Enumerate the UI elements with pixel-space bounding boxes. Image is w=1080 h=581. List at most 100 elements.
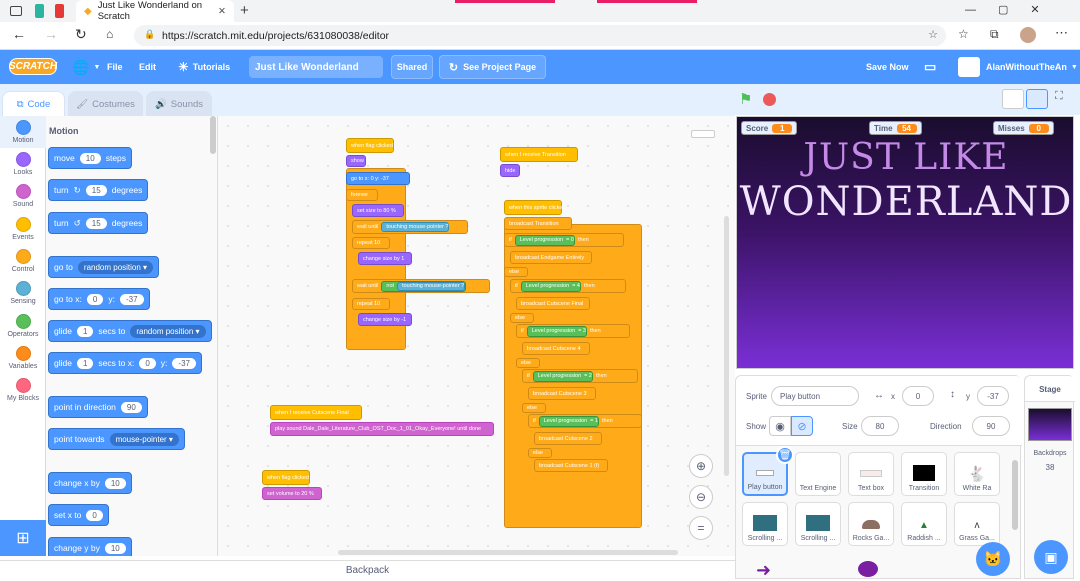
move-steps-block[interactable]: move 10 steps [48,147,133,169]
script-block[interactable]: wait until touching mouse-pointer ? [352,220,468,234]
backpack[interactable]: Backpack [0,560,735,579]
block-input[interactable]: -37 [172,357,196,369]
workspace-h-scrollbar[interactable] [338,550,678,555]
y-input[interactable]: -37 [977,386,1009,406]
stop-icon[interactable] [763,93,776,106]
script-block[interactable]: broadcast Cutscene 4 [522,342,590,355]
block-input[interactable]: 15 [85,217,107,229]
tab-sounds[interactable]: 🔊 Sounds [146,91,212,116]
script-block[interactable]: broadcast Cutscene 2 [534,432,602,445]
delete-sprite-icon[interactable]: 🗑 [776,446,794,464]
sprite-thumb[interactable]: Scrolling ... [742,502,788,546]
category-control[interactable]: Control [0,249,46,273]
script-block[interactable]: play sound Dale_Dale_Literature_Club_OST… [270,422,494,436]
account-menu[interactable]: AlanWithoutTheAn ▼ [986,50,1078,84]
block-dropdown[interactable]: random position ▾ [130,324,206,338]
sprite-thumb[interactable]: 🐇 White Ra [954,452,1000,496]
save-now-button[interactable]: Save Now [866,50,909,84]
block-input[interactable]: 10 [104,542,126,554]
tab-costumes[interactable]: 🖌 Costumes [68,91,143,116]
script-block[interactable]: when flag clicked [262,470,310,485]
more-icon[interactable]: ⋯ [1055,25,1068,41]
script-block[interactable]: repeat 10 [352,237,390,249]
arrow-sprite-icon[interactable]: ➜ [756,560,771,581]
tracking-prevention-icon[interactable]: ☆ [928,28,938,41]
block-input[interactable]: 10 [79,152,101,164]
script-block[interactable]: when I receive Transition [500,147,578,162]
script-block[interactable]: forever [346,189,378,201]
set-x-block[interactable]: set x to 0 [48,504,109,526]
zoom-reset-button[interactable]: = [689,516,713,540]
profile-avatar[interactable] [1020,27,1036,43]
go-to-xy-block[interactable]: go to x: 0 y: -37 [48,288,150,310]
project-title-input[interactable]: Just Like Wonderland [249,56,383,78]
collections-icon[interactable]: ⧉ [990,27,999,42]
if-block[interactable]: if Level progression = 0 then [504,233,624,247]
window-icon[interactable] [10,6,22,16]
block-input[interactable]: 15 [85,184,107,196]
category-sound[interactable]: Sound [0,184,46,208]
equals-block[interactable]: Level progression = 3 [526,325,587,337]
block-input[interactable]: 90 [120,401,142,413]
user-avatar[interactable] [958,57,980,77]
favorites-icon[interactable]: ☆ [958,27,969,41]
add-extension-button[interactable]: ⊞ [0,520,46,556]
new-tab-icon[interactable]: + [240,2,249,19]
palette-scrollbar[interactable] [210,116,216,154]
block-input[interactable]: 0 [86,293,104,305]
forward-icon[interactable]: → [44,26,58,42]
sprite-thumb[interactable]: Scrolling ... [795,502,841,546]
if-block[interactable]: if Level progression = 3 then [516,324,630,338]
sprite-thumb[interactable]: ▲ Raddish ... [901,502,947,546]
tutorials-menu[interactable]: ☀ Tutorials [178,50,230,84]
workspace-v-scrollbar[interactable] [724,216,729,476]
equals-block[interactable]: Level progression = 0 [514,234,575,246]
glide-to-xy-block[interactable]: glide 1 secs to x: 0 y: -37 [48,352,202,374]
if-block[interactable]: if Level progression = 4 then [510,279,626,293]
size-input[interactable]: 80 [861,416,899,436]
point-in-direction-block[interactable]: point in direction 90 [48,396,148,418]
sprite-thumb[interactable]: Text box [848,452,894,496]
script-block[interactable]: set volume to 20 % [262,487,322,500]
zoom-out-button[interactable]: ⊖ [689,485,713,509]
extension-icon[interactable] [35,4,44,18]
turn-left-block[interactable]: turn ↺ 15 degrees [48,212,149,234]
sprite-thumb[interactable]: Rocks Ga... [848,502,894,546]
reload-icon[interactable]: ↻ [75,26,87,43]
equals-block[interactable]: Level progression = 1 [538,415,599,427]
language-menu[interactable]: 🌐 ▼ [72,50,100,84]
script-block[interactable]: when flag clicked [346,138,394,153]
x-input[interactable]: 0 [902,386,934,406]
small-stage-button[interactable] [1002,89,1024,109]
see-project-page-button[interactable]: ↻ See Project Page [439,55,546,79]
script-block[interactable]: change size by 1 [358,252,412,265]
browser-tab[interactable]: ◆ Just Like Wonderland on Scratch ✕ [76,0,234,22]
home-icon[interactable]: ⌂ [106,27,113,41]
close-tab-icon[interactable]: ✕ [218,6,226,17]
script-block[interactable]: hide [500,164,520,177]
sprite-thumb[interactable]: Transition [901,452,947,496]
edit-menu[interactable]: Edit [139,50,156,84]
if-block[interactable]: if Level progression = 2 then [522,369,638,383]
block-input[interactable]: 1 [76,325,94,337]
sprite-thumb[interactable]: Text Engine [795,452,841,496]
not-block[interactable]: not touching mouse-pointer ? [381,280,467,292]
plus-five-sprite-icon[interactable] [858,561,878,577]
script-block[interactable]: when I receive Cutscene Final [270,405,362,420]
block-input[interactable]: 1 [76,357,94,369]
script-block[interactable]: broadcast Endgame Entirely [510,251,592,264]
block-input[interactable]: 10 [104,477,126,489]
change-y-block[interactable]: change y by 10 [48,537,132,556]
equals-block[interactable]: Level progression = 4 [520,280,581,292]
block-dropdown[interactable]: random position ▾ [77,260,154,274]
if-block[interactable]: if Level progression = 1 then [528,414,642,428]
backdrop-thumbnail[interactable] [1028,408,1072,441]
script-block[interactable]: wait until not touching mouse-pointer ? [352,279,490,293]
show-hidden-button[interactable]: ⊘ [791,416,813,436]
scratch-logo[interactable]: SCRATCH [9,58,57,75]
script-block[interactable]: go to x: 0 y: -37 [346,172,410,185]
script-block[interactable]: broadcast Cutscene 3 [528,387,596,400]
stage-pane[interactable]: Stage Backdrops 38 ▣ [1024,375,1075,579]
script-block[interactable]: broadcast Cutscene Final [516,297,590,310]
script-block[interactable]: show [346,155,366,167]
